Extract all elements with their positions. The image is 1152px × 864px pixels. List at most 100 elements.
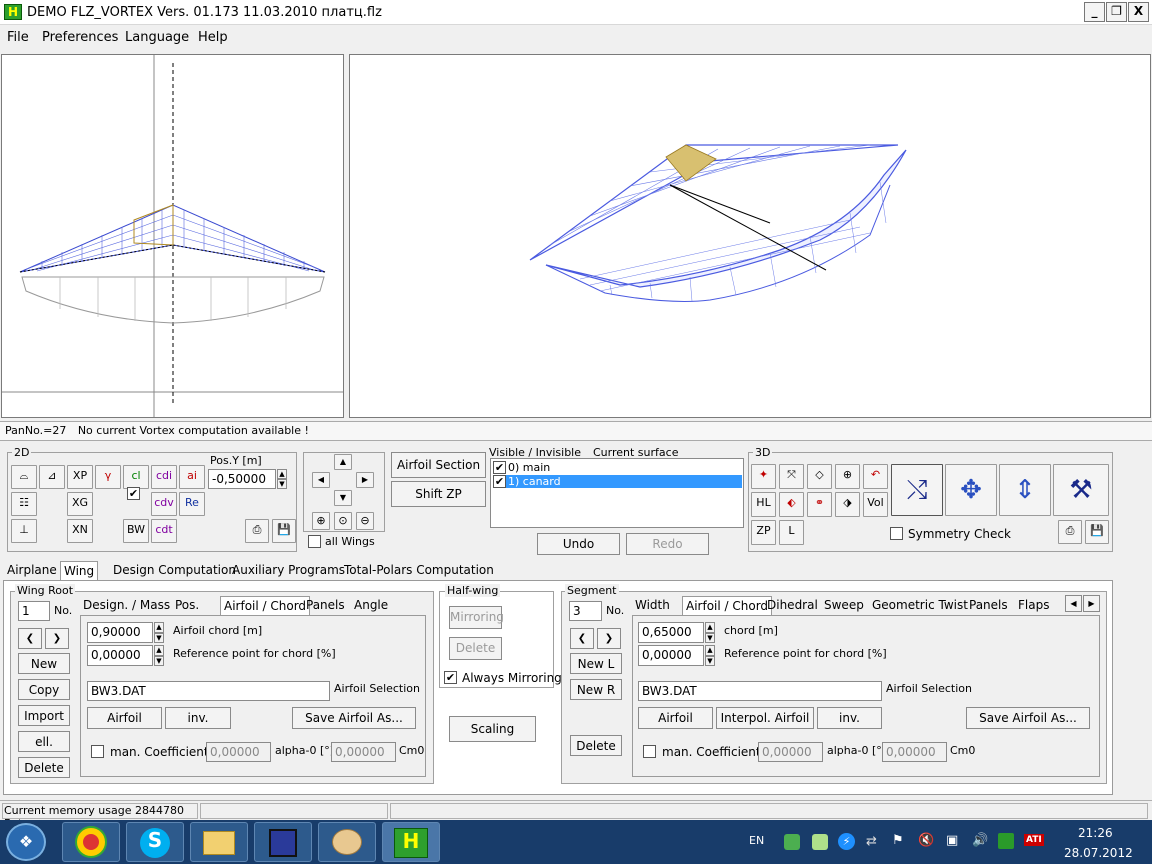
symmetry-checkbox[interactable] xyxy=(890,527,903,540)
tab-width[interactable]: Width xyxy=(632,596,673,614)
segment-new-r-button[interactable]: New R xyxy=(570,679,622,700)
segment-airfoil-file[interactable]: BW3.DAT xyxy=(638,681,882,701)
hl-button[interactable]: HL xyxy=(751,492,776,517)
tab-flaps[interactable]: Flaps xyxy=(1015,596,1052,614)
posy-spin-down[interactable]: ▼ xyxy=(277,479,287,489)
wing-root-no-input[interactable]: 1 xyxy=(18,601,50,621)
restore-button[interactable]: ❐ xyxy=(1106,2,1127,22)
zp-button[interactable]: ZP xyxy=(751,520,776,545)
wing-root-chord-input[interactable]: 0,90000 xyxy=(87,622,153,643)
tab-panels[interactable]: Panels xyxy=(303,596,348,614)
menu-file[interactable]: File xyxy=(7,30,29,45)
tab-angle[interactable]: Angle xyxy=(351,596,391,614)
mirroring-button[interactable]: Mirroring xyxy=(449,606,504,629)
tab-design-mass[interactable]: Design. / Mass xyxy=(80,596,173,614)
wing-root-next-button[interactable]: ❯ xyxy=(45,628,69,649)
paint-taskbar-icon[interactable] xyxy=(318,822,376,862)
undo-3d-icon[interactable]: ↶ xyxy=(863,464,888,489)
tray-flag-icon[interactable]: ⚑ xyxy=(892,833,904,848)
arrow-up-button[interactable]: ▲ xyxy=(334,454,352,470)
tray-network-icon[interactable]: ⇄ xyxy=(866,834,877,849)
segment-delete-button[interactable]: Delete xyxy=(570,735,622,756)
gamma-button[interactable]: γ xyxy=(95,465,121,489)
segment-man-coeff-checkbox[interactable] xyxy=(643,745,656,758)
start-button[interactable]: ❖ xyxy=(6,823,46,861)
tab-design-computation[interactable]: Design Computation xyxy=(110,561,239,579)
tray-speaker-icon[interactable]: 🔊 xyxy=(972,833,988,848)
rotate-view-big-icon[interactable]: ⤭ xyxy=(891,464,943,516)
rotate-3d-icon[interactable]: ⤧ xyxy=(779,464,804,489)
seg-chord-spin-down[interactable]: ▼ xyxy=(705,633,715,643)
front-view-button[interactable]: ⊥ xyxy=(11,519,37,543)
posy-input[interactable]: -0,50000 xyxy=(208,469,276,489)
tabs-scroll-right-button[interactable]: ▶ xyxy=(1083,595,1100,612)
cdt-button[interactable]: cdt xyxy=(151,519,177,543)
chord-spin-up[interactable]: ▲ xyxy=(154,622,164,633)
bw-button[interactable]: BW xyxy=(123,519,149,543)
move-view-icon[interactable]: ✥ xyxy=(945,464,997,516)
skype-taskbar-icon[interactable]: S xyxy=(126,822,184,862)
clock-time[interactable]: 21:26 xyxy=(1078,826,1113,840)
chord-spin-down[interactable]: ▼ xyxy=(154,633,164,643)
segment-inv-button[interactable]: inv. xyxy=(817,707,882,729)
undo-button[interactable]: Undo xyxy=(537,533,620,555)
wing-root-alpha-input[interactable]: 0,00000 xyxy=(206,742,271,762)
view-2d-pane[interactable] xyxy=(1,54,344,418)
wing-root-airfoil-button[interactable]: Airfoil xyxy=(87,707,162,729)
ref-spin-up[interactable]: ▲ xyxy=(154,645,164,656)
wing-root-airfoil-file[interactable]: BW3.DAT xyxy=(87,681,330,701)
save-2d-icon[interactable]: 💾 xyxy=(272,519,296,543)
xp-button[interactable]: XP xyxy=(67,465,93,489)
tabs-scroll-left-button[interactable]: ◀ xyxy=(1065,595,1082,612)
print-2d-icon[interactable]: ⎙ xyxy=(245,519,269,543)
wing-red-icon[interactable]: ⬖ xyxy=(779,492,804,517)
wing-root-ref-input[interactable]: 0,00000 xyxy=(87,645,153,666)
cdv-button[interactable]: cdv xyxy=(151,492,177,516)
arrow-right-button[interactable]: ▶ xyxy=(356,472,374,488)
wing-grid-button[interactable]: ☷ xyxy=(11,492,37,516)
wing-import-button[interactable]: Import xyxy=(18,705,70,726)
hammer-icon[interactable]: ⚒ xyxy=(1053,464,1109,516)
tab-dihedral[interactable]: Dihedral xyxy=(764,596,821,614)
wing-outline-icon[interactable]: ⬗ xyxy=(835,492,860,517)
segment-ref-input[interactable]: 0,00000 xyxy=(638,645,704,666)
wing-delete-button[interactable]: Delete xyxy=(18,757,70,778)
tab-geometric-twist[interactable]: Geometric Twist xyxy=(869,596,971,614)
menu-preferences[interactable]: Preferences xyxy=(42,30,118,45)
wing-root-man-coeff-checkbox[interactable] xyxy=(91,745,104,758)
surface-canard-label[interactable]: 1) canard xyxy=(506,475,742,488)
segment-chord-input[interactable]: 0,65000 xyxy=(638,622,704,643)
minimize-button[interactable]: _ xyxy=(1084,2,1105,22)
always-mirroring-checkbox[interactable]: ✔ xyxy=(444,671,457,684)
ai-button[interactable]: ai xyxy=(179,465,205,489)
cl-button[interactable]: cl xyxy=(123,465,149,489)
view-side-icon[interactable]: ⊕ xyxy=(835,464,860,489)
surface-canard-checkbox[interactable]: ✔ xyxy=(493,475,506,488)
tray-app-icon[interactable] xyxy=(784,834,800,850)
segment-next-button[interactable]: ❯ xyxy=(597,628,621,649)
posy-spin-up[interactable]: ▲ xyxy=(277,469,287,479)
all-wings-checkbox[interactable] xyxy=(308,535,321,548)
menu-language[interactable]: Language xyxy=(125,30,189,45)
wing-new-button[interactable]: New xyxy=(18,653,70,674)
surface-main-label[interactable]: 0) main xyxy=(508,461,550,474)
scaling-button[interactable]: Scaling xyxy=(449,716,536,742)
zoom-in-icon[interactable]: ⊕ xyxy=(312,512,330,530)
redo-button[interactable]: Redo xyxy=(626,533,709,555)
l-button[interactable]: L xyxy=(779,520,804,545)
wing-root-save-airfoil-button[interactable]: Save Airfoil As... xyxy=(292,707,416,729)
menu-help[interactable]: Help xyxy=(198,30,228,45)
segment-new-l-button[interactable]: New L xyxy=(570,653,622,674)
tray-update-icon[interactable] xyxy=(998,833,1014,849)
zoom-vertical-icon[interactable]: ⇕ xyxy=(999,464,1051,516)
language-indicator[interactable]: EN xyxy=(749,834,764,847)
segment-prev-button[interactable]: ❮ xyxy=(570,628,594,649)
tab-sweep[interactable]: Sweep xyxy=(821,596,867,614)
tab-total-polars[interactable]: Total-Polars Computation xyxy=(341,561,497,579)
wing-ell-button[interactable]: ell. xyxy=(18,731,70,752)
planform-view-button[interactable]: ⌓ xyxy=(11,465,37,489)
seg-ref-spin-down[interactable]: ▼ xyxy=(705,656,715,666)
tab-pos[interactable]: Pos. xyxy=(172,596,202,614)
cl-checkbox[interactable]: ✔ xyxy=(127,487,140,500)
tray-ati-icon[interactable]: ATI xyxy=(1024,834,1044,846)
